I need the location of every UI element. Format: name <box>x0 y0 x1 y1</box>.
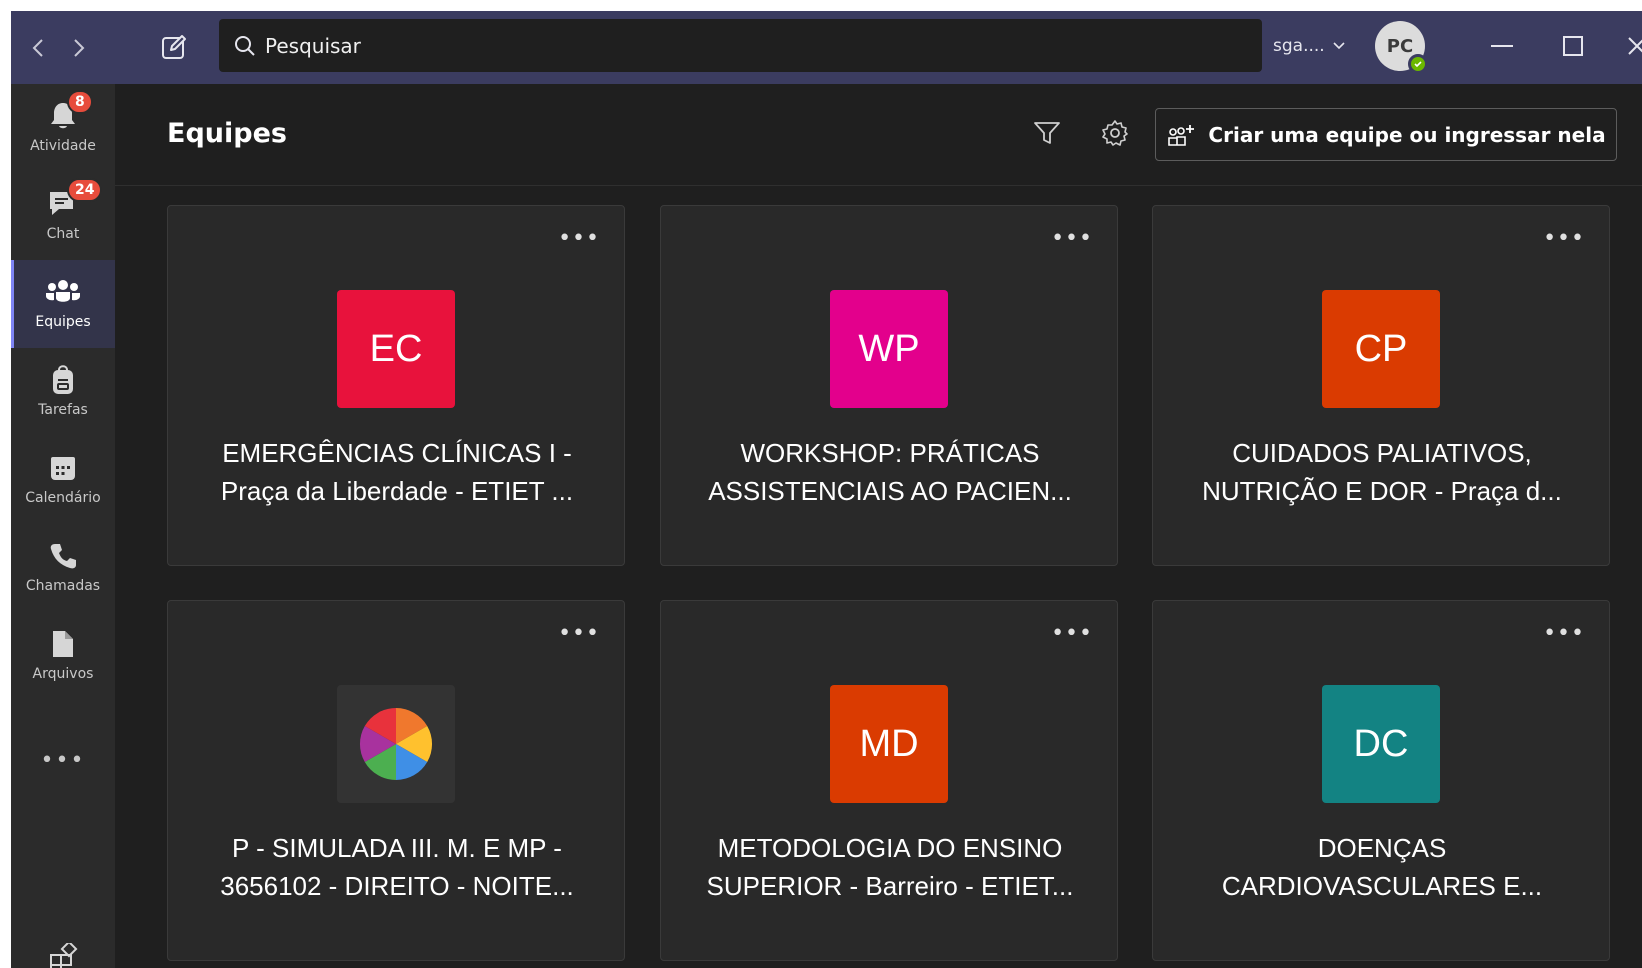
card-more-options-button[interactable]: ••• <box>1051 228 1093 250</box>
add-people-icon <box>1168 124 1195 146</box>
create-or-join-label: Criar uma equipe ou ingressar nela <box>1208 122 1606 147</box>
rail-item-atividade[interactable]: 8 Atividade <box>11 84 115 172</box>
team-name-line: DOENÇAS <box>1317 833 1447 863</box>
chat-icon: 24 <box>45 178 103 222</box>
rail-item-chamadas[interactable]: Chamadas <box>11 524 115 612</box>
rail-item-label: Tarefas <box>38 402 88 418</box>
team-name: CUIDADOS PALIATIVOS, NUTRIÇÃO E DOR - Pr… <box>1173 434 1591 510</box>
phone-icon <box>45 538 81 574</box>
compose-icon <box>162 35 186 59</box>
team-name-line: ASSISTENCIAIS AO PACIEN... <box>708 476 1072 506</box>
card-more-options-button[interactable]: ••• <box>1543 623 1585 645</box>
activity-badge: 8 <box>67 90 93 114</box>
search-bar[interactable] <box>219 19 1262 72</box>
org-label: sga.... <box>1273 36 1325 56</box>
team-name: P - SIMULADA III. M. E MP - 3656102 - DI… <box>188 829 606 905</box>
card-more-options-button[interactable]: ••• <box>558 623 600 645</box>
backpack-icon <box>45 362 81 398</box>
rail-item-tarefas[interactable]: Tarefas <box>11 348 115 436</box>
team-name-line: WORKSHOP: PRÁTICAS <box>740 438 1040 468</box>
team-name-line: Praça da Liberdade - ETIET ... <box>220 476 574 506</box>
rail-item-label: Arquivos <box>32 666 94 682</box>
search-input[interactable] <box>265 33 1165 58</box>
chevron-left-icon <box>32 39 43 57</box>
rail-item-equipes[interactable]: Equipes <box>11 260 115 348</box>
window-edge-left <box>0 0 11 968</box>
team-name-line: SUPERIOR - Barreiro - ETIET... <box>706 871 1074 901</box>
card-more-options-button[interactable]: ••• <box>1051 623 1093 645</box>
team-name: DOENÇAS CARDIOVASCULARES E... <box>1173 829 1591 905</box>
back-button[interactable] <box>25 33 51 63</box>
team-avatar: MD <box>830 685 948 803</box>
filter-icon <box>1034 122 1060 144</box>
create-or-join-team-button[interactable]: Criar uma equipe ou ingressar nela <box>1155 108 1617 161</box>
more-apps-button[interactable]: ••• <box>11 740 115 780</box>
settings-button[interactable] <box>1098 116 1132 150</box>
chat-badge: 24 <box>67 178 103 202</box>
rail-item-label: Equipes <box>35 314 91 330</box>
maximize-button[interactable] <box>1555 31 1591 61</box>
card-more-options-button[interactable]: ••• <box>558 228 600 250</box>
close-button[interactable] <box>1619 31 1642 61</box>
forward-button[interactable] <box>66 33 92 63</box>
team-card[interactable]: ••• DC DOENÇAS CARDIOVASCULARES E... <box>1152 600 1610 961</box>
search-icon <box>233 34 257 58</box>
team-name-line: 3656102 - DIREITO - NOITE... <box>220 871 574 901</box>
team-card[interactable]: ••• P - SIMULADA III. M. E MP - 3656102 … <box>167 600 625 961</box>
minimize-button[interactable] <box>1484 31 1520 61</box>
rail-item-label: Chamadas <box>25 578 101 594</box>
maximize-icon <box>1563 36 1583 56</box>
gear-icon <box>1102 120 1128 146</box>
rail-item-chat[interactable]: 24 Chat <box>11 172 115 260</box>
close-icon <box>1628 37 1642 55</box>
apps-icon <box>50 943 78 968</box>
title-bar: sga.... PC <box>11 11 1642 84</box>
team-card[interactable]: ••• CP CUIDADOS PALIATIVOS, NUTRIÇÃO E D… <box>1152 205 1610 566</box>
rail-item-label: Chat <box>46 226 80 242</box>
rail-item-label: Atividade <box>30 138 96 154</box>
bell-icon: 8 <box>45 90 93 134</box>
team-name-line: CUIDADOS PALIATIVOS, <box>1232 438 1532 468</box>
filter-button[interactable] <box>1030 116 1064 150</box>
new-chat-button[interactable] <box>157 30 191 64</box>
team-card[interactable]: ••• MD METODOLOGIA DO ENSINO SUPERIOR - … <box>660 600 1118 961</box>
team-avatar: EC <box>337 290 455 408</box>
header-divider <box>115 185 1642 186</box>
rail-item-calendario[interactable]: Calendário <box>11 436 115 524</box>
team-avatar-image <box>337 685 455 803</box>
team-name: WORKSHOP: PRÁTICAS ASSISTENCIAIS AO PACI… <box>681 434 1099 510</box>
card-more-options-button[interactable]: ••• <box>1543 228 1585 250</box>
team-card[interactable]: ••• EC EMERGÊNCIAS CLÍNICAS I - Praça da… <box>167 205 625 566</box>
team-name-line: P - SIMULADA III. M. E MP - <box>232 833 562 863</box>
team-name-line: METODOLOGIA DO ENSINO <box>717 833 1063 863</box>
calendar-icon <box>45 450 81 486</box>
avatar[interactable]: PC <box>1375 21 1428 74</box>
presence-available-icon <box>1408 54 1428 74</box>
rail-item-arquivos[interactable]: Arquivos <box>11 612 115 700</box>
page-title: Equipes <box>167 118 287 149</box>
window-edge-top <box>0 0 1642 11</box>
avatar-initials: PC <box>1386 35 1414 57</box>
team-avatar: CP <box>1322 290 1440 408</box>
team-name: METODOLOGIA DO ENSINO SUPERIOR - Barreir… <box>681 829 1099 905</box>
team-name-line: EMERGÊNCIAS CLÍNICAS I - <box>222 438 572 468</box>
teams-icon <box>45 274 81 310</box>
minimize-icon <box>1491 45 1513 47</box>
ellipsis-icon: ••• <box>40 747 86 773</box>
apps-button[interactable] <box>11 938 115 968</box>
color-wheel-icon <box>359 708 433 780</box>
team-avatar: DC <box>1322 685 1440 803</box>
app-rail: 8 Atividade 24 Chat Equipes Tarefas Cale… <box>11 84 115 968</box>
team-name-line: CARDIOVASCULARES E... <box>1221 871 1543 901</box>
chevron-right-icon <box>74 39 85 57</box>
team-card[interactable]: ••• WP WORKSHOP: PRÁTICAS ASSISTENCIAIS … <box>660 205 1118 566</box>
team-name: EMERGÊNCIAS CLÍNICAS I - Praça da Liberd… <box>188 434 606 510</box>
rail-item-label: Calendário <box>25 490 101 506</box>
file-icon <box>45 626 81 662</box>
team-name-line: NUTRIÇÃO E DOR - Praça d... <box>1202 476 1562 506</box>
chevron-down-icon <box>1333 42 1345 50</box>
org-switcher[interactable]: sga.... <box>1273 31 1345 61</box>
team-avatar: WP <box>830 290 948 408</box>
